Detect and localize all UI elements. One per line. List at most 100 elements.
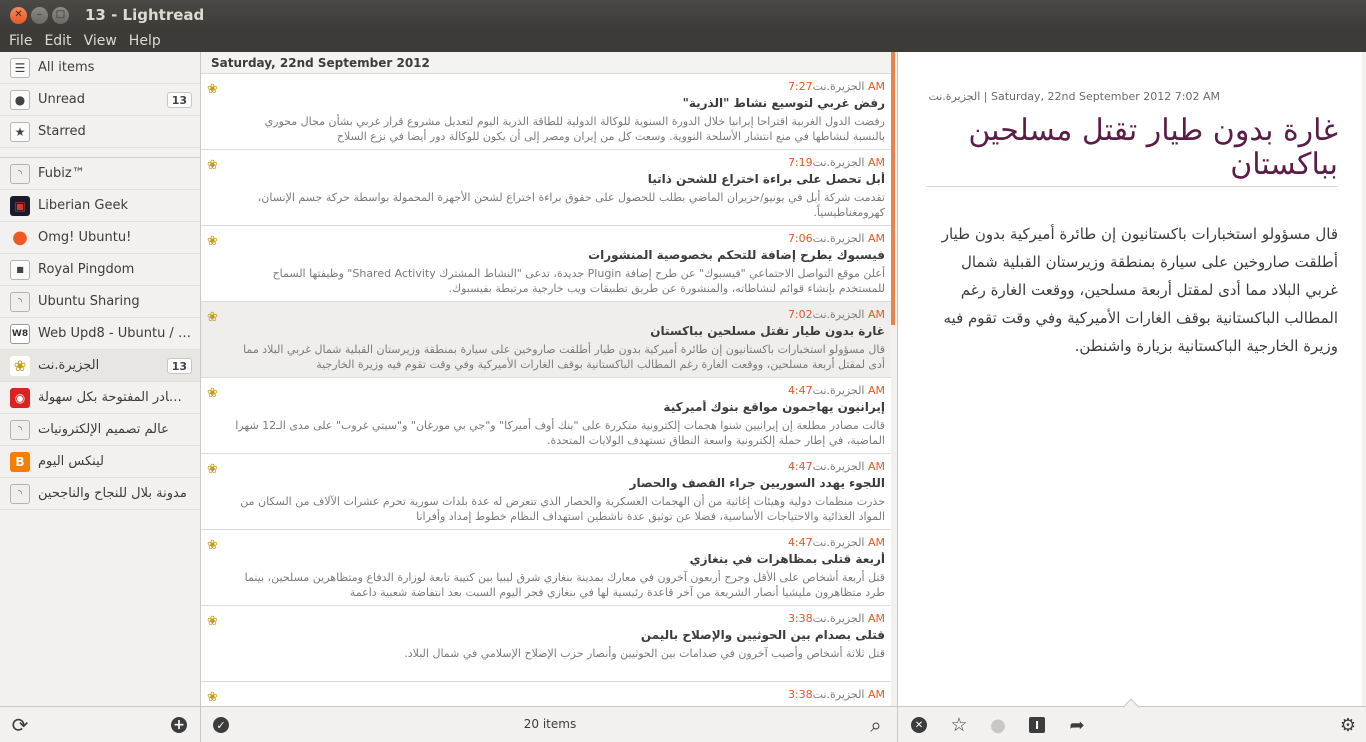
article-snippet: قتل أربعة أشخاص على الأقل وجرح أربعون آخ… xyxy=(244,571,885,599)
add-feed-icon[interactable]: + xyxy=(171,717,187,733)
article-snippet: تقدمت شركة أبل في يونيو/حزيران الماضي بط… xyxy=(257,191,885,219)
rss-icon: ◝ xyxy=(10,291,30,312)
scrollbar[interactable] xyxy=(1362,52,1366,706)
feed-label: Liberian Geek xyxy=(38,198,128,213)
article-row[interactable]: ❀ الجزيرة.نت3:38 AM قتلى بصدام بين الحوث… xyxy=(201,606,891,682)
aljazeera-icon: ❀ xyxy=(207,82,218,97)
article-title: رفض غربي لتوسيع نشاط "الذرية" xyxy=(682,96,885,110)
article-meta: الجزيرة.نت4:47 AM xyxy=(788,536,885,549)
article-title: قتلى بصدام بين الحوثيين والإصلاح باليمن xyxy=(640,628,885,642)
aljazeera-icon: ❀ xyxy=(207,158,218,173)
sidebar-item-label: Unread xyxy=(38,92,86,107)
article-row[interactable]: ❀ الجزيرة.نت7:27 AM رفض غربي لتوسيع نشاط… xyxy=(201,74,891,150)
sidebar: ☰ All items ● Unread 13 ★ Starred ◝ Fubi… xyxy=(0,52,201,706)
sidebar-feed-electronics-design[interactable]: ◝ عالم تصميم الإلكترونيات xyxy=(0,414,200,446)
article-source: الجزيرة.نت xyxy=(812,688,865,701)
sidebar-feed-bilal-blog[interactable]: ◝ مدونة بلال للنجاح والناجحين xyxy=(0,478,200,510)
article-meta: الجزيرة.نت4:47 AM xyxy=(788,384,885,397)
sidebar-feed-web-upd8[interactable]: W8 Web Upd8 - Ubuntu / Lin... xyxy=(0,318,200,350)
window-title: 13 - Lightread xyxy=(85,6,205,24)
article-title: إيرانيون يهاجمون مواقع بنوك أميركية xyxy=(663,400,885,414)
feed-label: Royal Pingdom xyxy=(38,262,135,277)
article-source: الجزيرة.نت xyxy=(812,156,865,169)
article-source: الجزيرة.نت xyxy=(812,80,865,93)
menu-view[interactable]: View xyxy=(81,33,120,49)
sidebar-feed-ubuntu-sharing[interactable]: ◝ Ubuntu Sharing xyxy=(0,286,200,318)
sidebar-feed-aljazeera[interactable]: ❀ الجزيرة.نت 13 xyxy=(0,350,200,382)
divider xyxy=(926,186,1338,187)
menu-file[interactable]: File xyxy=(6,33,35,49)
star-icon: ★ xyxy=(10,121,30,142)
window-maximize-button[interactable]: □ xyxy=(52,6,69,24)
sidebar-feed-fubiz[interactable]: ◝ Fubiz™ xyxy=(0,158,200,190)
sidebar-feed-linux-today[interactable]: B لينكس اليوم xyxy=(0,446,200,478)
rss-icon: ◝ xyxy=(10,483,30,504)
dot-icon: ● xyxy=(10,89,30,110)
article-meta: الجزيرة.نت7:06 AM xyxy=(788,232,885,245)
list-icon: ☰ xyxy=(10,57,30,78)
menu-help[interactable]: Help xyxy=(126,33,164,49)
sidebar-separator xyxy=(0,148,200,158)
article-source: الجزيرة.نت xyxy=(812,384,865,397)
unread-count-badge: 13 xyxy=(166,92,192,108)
menu-edit[interactable]: Edit xyxy=(41,33,74,49)
article-title: أبل تحصل على براءة اختراع للشحن ذاتيا xyxy=(647,172,885,186)
sync-icon[interactable]: ⟳ xyxy=(10,713,30,737)
reader-pane: الجزيرة.نت | Saturday, 22nd September 20… xyxy=(898,52,1366,706)
article-row[interactable]: ❀ الجزيرة.نت4:47 AM أربعة قتلى بمظاهرات … xyxy=(201,530,891,606)
menu-bar: File Edit View Help xyxy=(0,30,1366,52)
omg-ubuntu-icon: ● xyxy=(10,227,30,248)
article-heading[interactable]: غارة بدون طيار تقتل مسلحين بباكستان xyxy=(926,114,1338,182)
article-title: غارة بدون طيار تقتل مسلحين بباكستان xyxy=(650,324,885,338)
search-icon[interactable]: ⌕ xyxy=(866,713,886,737)
article-row[interactable]: ❀ الجزيرة.نت3:38 AM xyxy=(201,682,891,706)
aljazeera-icon: ❀ xyxy=(207,614,218,629)
article-source: الجزيرة.نت xyxy=(812,460,865,473)
article-meta: الجزيرة.نت7:19 AM xyxy=(788,156,885,169)
article-source: الجزيرة.نت xyxy=(812,232,865,245)
article-row[interactable]: ❀ الجزيرة.نت4:47 AM اللجوء يهدد السوريين… xyxy=(201,454,891,530)
sidebar-item-unread[interactable]: ● Unread 13 xyxy=(0,84,200,116)
aljazeera-icon: ❀ xyxy=(207,538,218,553)
rss-icon: ◝ xyxy=(10,163,30,184)
window-close-button[interactable]: ✕ xyxy=(10,6,27,24)
feed-label: المصادر المفتوحة بكل سهولة xyxy=(38,390,193,405)
article-snippet: قالت مصادر مطلعة إن إيرانيين شنوا هجمات … xyxy=(235,419,885,447)
article-meta: الجزيرة.نت4:47 AM xyxy=(788,460,885,473)
aljazeera-icon: ❀ xyxy=(10,355,30,376)
sidebar-feed-royal-pingdom[interactable]: ■ Royal Pingdom xyxy=(0,254,200,286)
feed-label: Fubiz™ xyxy=(38,166,85,181)
article-snippet: قتل ثلاثة أشخاص وأصيب آخرون في صدامات بي… xyxy=(404,647,885,660)
sidebar-feed-omg-ubuntu[interactable]: ● Omg! Ubuntu! xyxy=(0,222,200,254)
article-row[interactable]: ❀ الجزيرة.نت7:06 AM فيسبوك يطرح إضافة لل… xyxy=(201,226,891,302)
webupd8-icon: W8 xyxy=(10,323,30,344)
share-icon[interactable]: ➦ xyxy=(1067,715,1087,736)
star-icon[interactable]: ☆ xyxy=(949,714,969,736)
article-row[interactable]: ❀ الجزيرة.نت7:19 AM أبل تحصل على براءة ا… xyxy=(201,150,891,226)
mark-all-read-icon[interactable]: ✓ xyxy=(213,717,229,733)
article-meta: الجزيرة.نت3:38 AM xyxy=(788,612,885,625)
settings-icon[interactable]: ⚙ xyxy=(1338,715,1358,736)
article-source: الجزيرة.نت xyxy=(812,612,865,625)
article-row[interactable]: ❀ الجزيرة.نت4:47 AM إيرانيون يهاجمون موا… xyxy=(201,378,891,454)
rss-icon: ◝ xyxy=(10,419,30,440)
close-article-icon[interactable]: ✕ xyxy=(911,717,927,733)
aljazeera-icon: ❀ xyxy=(207,386,218,401)
article-title: أربعة قتلى بمظاهرات في بنغازي xyxy=(689,552,885,566)
unread-toggle-icon[interactable]: ● xyxy=(988,715,1008,736)
window-minimize-button[interactable]: – xyxy=(31,6,48,24)
date-header: Saturday, 22nd September 2012 xyxy=(201,52,891,74)
sidebar-feed-open-sources[interactable]: ◉ المصادر المفتوحة بكل سهولة xyxy=(0,382,200,414)
sidebar-item-starred[interactable]: ★ Starred xyxy=(0,116,200,148)
article-row-selected[interactable]: ❀ الجزيرة.نت7:02 AM غارة بدون طيار تقتل … xyxy=(201,302,891,378)
article-meta: الجزيرة.نت7:27 AM xyxy=(788,80,885,93)
sidebar-item-label: All items xyxy=(38,60,95,75)
article-meta: الجزيرة.نت3:38 AM xyxy=(788,688,885,701)
sidebar-item-all-items[interactable]: ☰ All items xyxy=(0,52,200,84)
article-source: الجزيرة.نت xyxy=(812,536,865,549)
sidebar-feed-liberian-geek[interactable]: ▣ Liberian Geek xyxy=(0,190,200,222)
article-snippet: رفضت الدول الغربية اقتراحا إيرانيا خلال … xyxy=(264,115,885,143)
aljazeera-icon: ❀ xyxy=(207,462,218,477)
sidebar-item-label: Starred xyxy=(38,124,86,139)
open-in-browser-icon[interactable]: I xyxy=(1029,717,1045,733)
